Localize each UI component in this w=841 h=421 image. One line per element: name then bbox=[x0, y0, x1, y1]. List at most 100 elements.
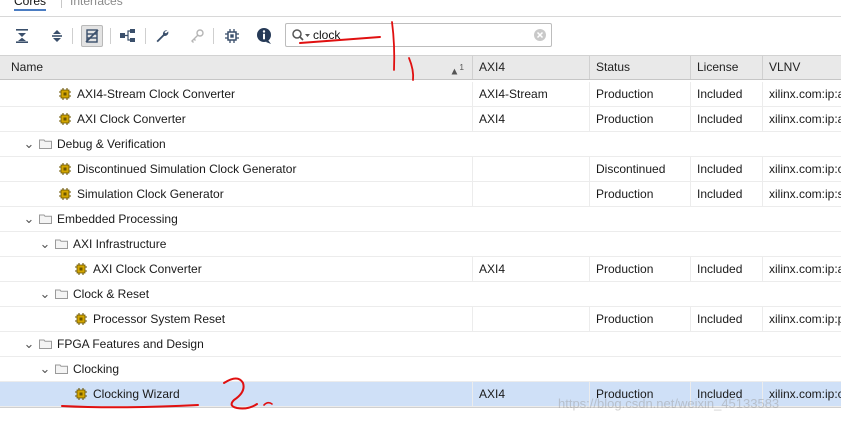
chevron-down-icon[interactable]: ⌄ bbox=[24, 332, 35, 356]
tree-ip-row[interactable]: Simulation Clock Generator Production Incl… bbox=[0, 182, 841, 207]
wrench-button[interactable] bbox=[151, 25, 173, 47]
collapse-all-icon bbox=[16, 29, 28, 43]
key-icon bbox=[191, 29, 204, 43]
axi4-cell bbox=[472, 332, 589, 356]
search-field[interactable] bbox=[285, 23, 552, 47]
ip-core-icon bbox=[75, 263, 87, 275]
ip-core-icon bbox=[59, 113, 71, 125]
filter-toggle-button[interactable] bbox=[81, 25, 103, 47]
column-header-axi4[interactable]: AXI4 bbox=[472, 56, 589, 79]
filter-icon bbox=[85, 29, 99, 43]
tree-ip-row[interactable]: Discontinued Simulation Clock Generator D… bbox=[0, 157, 841, 182]
axi4-cell bbox=[472, 282, 589, 306]
expand-all-button[interactable] bbox=[46, 25, 68, 47]
chevron-down-icon[interactable]: ⌄ bbox=[40, 282, 51, 306]
tree-folder-row[interactable]: ⌄ Embedded Processing bbox=[0, 207, 841, 232]
name-cell: ⌄ Clocking bbox=[0, 357, 472, 381]
search-input[interactable] bbox=[313, 26, 513, 44]
clear-search-icon[interactable] bbox=[533, 28, 547, 42]
tree-folder-row[interactable]: ⌄ Clock & Reset bbox=[0, 282, 841, 307]
axi4-cell: AXI4-Stream bbox=[472, 82, 589, 106]
tab-interfaces[interactable]: Interfaces bbox=[70, 0, 123, 8]
axi4-cell bbox=[472, 307, 589, 331]
column-header-name[interactable]: Name ▲1 bbox=[0, 56, 472, 79]
row-label: AXI Infrastructure bbox=[73, 237, 167, 251]
tree-folder-row[interactable]: ⌄ Debug & Verification bbox=[0, 132, 841, 157]
vlnv-cell: xilinx.com:ip:c bbox=[762, 157, 841, 181]
ip-core-icon bbox=[59, 188, 71, 200]
tree-ip-row[interactable]: AXI Clock Converter AXI4 Production Include… bbox=[0, 257, 841, 282]
name-cell: Simulation Clock Generator bbox=[0, 182, 472, 206]
table-header: Name ▲1 AXI4 Status License VLNV bbox=[0, 55, 841, 80]
row-label: AXI Clock Converter bbox=[93, 262, 202, 276]
name-cell: ⌄ FPGA Features and Design bbox=[0, 332, 472, 356]
vlnv-cell bbox=[762, 232, 841, 256]
axi4-cell bbox=[472, 232, 589, 256]
row-label: Processor System Reset bbox=[93, 312, 226, 326]
status-cell bbox=[589, 332, 690, 356]
tree-ip-row[interactable]: Processor System Reset Production Included… bbox=[0, 307, 841, 332]
axi4-cell: AXI4 bbox=[472, 257, 589, 281]
license-cell bbox=[690, 232, 762, 256]
axi4-cell bbox=[472, 157, 589, 181]
row-label: Embedded Processing bbox=[57, 212, 178, 226]
name-cell: AXI4-Stream Clock Converter bbox=[0, 82, 472, 106]
name-cell: AXI Clock Converter bbox=[0, 107, 472, 131]
vlnv-cell: xilinx.com:ip:a bbox=[762, 257, 841, 281]
chevron-down-icon[interactable]: ⌄ bbox=[24, 132, 35, 156]
vlnv-cell: xilinx.com:ip:p bbox=[762, 307, 841, 331]
chevron-down-icon[interactable]: ⌄ bbox=[24, 207, 35, 231]
tree-folder-row[interactable]: ⌄ AXI Infrastructure bbox=[0, 232, 841, 257]
toolbar-separator bbox=[145, 28, 146, 44]
name-cell: Discontinued Simulation Clock Generator bbox=[0, 157, 472, 181]
vlnv-cell bbox=[762, 207, 841, 231]
name-cell: Clocking Wizard bbox=[0, 382, 472, 406]
row-label: Debug & Verification bbox=[57, 137, 166, 151]
ip-core-icon bbox=[59, 163, 71, 175]
license-cell bbox=[690, 357, 762, 381]
column-header-status[interactable]: Status bbox=[589, 56, 690, 79]
column-header-label: License bbox=[697, 60, 739, 74]
expand-all-icon bbox=[52, 30, 62, 42]
status-cell: Discontinued bbox=[589, 157, 690, 181]
name-cell: ⌄ Embedded Processing bbox=[0, 207, 472, 231]
tree-folder-row[interactable]: ⌄ FPGA Features and Design bbox=[0, 332, 841, 357]
license-cell: Included bbox=[690, 307, 762, 331]
hierarchy-button[interactable] bbox=[117, 25, 139, 47]
tree-ip-row[interactable]: AXI4-Stream Clock Converter AXI4-Stream Pr… bbox=[0, 82, 841, 107]
watermark: https://blog.csdn.net/weixin_45133583 bbox=[558, 396, 780, 411]
key-button[interactable] bbox=[186, 25, 208, 47]
license-cell bbox=[690, 282, 762, 306]
tree-folder-row[interactable]: ⌄ Clocking bbox=[0, 357, 841, 382]
column-header-license[interactable]: License bbox=[690, 56, 762, 79]
license-cell bbox=[690, 207, 762, 231]
name-cell: ⌄ AXI Infrastructure bbox=[0, 232, 472, 256]
info-button[interactable] bbox=[253, 25, 275, 47]
tree-ip-row[interactable]: AXI Clock Converter AXI4 Production Include… bbox=[0, 107, 841, 132]
vlnv-cell: xilinx.com:ip:s bbox=[762, 182, 841, 206]
folder-icon bbox=[55, 364, 68, 374]
chip-icon bbox=[225, 29, 239, 43]
axi4-cell bbox=[472, 182, 589, 206]
info-icon bbox=[257, 28, 271, 44]
ip-core-icon bbox=[75, 388, 87, 400]
chip-button[interactable] bbox=[221, 25, 243, 47]
status-cell: Production bbox=[589, 82, 690, 106]
column-header-vlnv[interactable]: VLNV bbox=[762, 56, 841, 79]
sort-ascending-icon: ▲ bbox=[449, 66, 460, 78]
row-label: Clocking Wizard bbox=[93, 387, 180, 401]
row-label: Clock & Reset bbox=[73, 287, 150, 301]
toolbar-separator bbox=[213, 28, 214, 44]
ip-core-icon bbox=[59, 88, 71, 100]
status-cell bbox=[589, 232, 690, 256]
chevron-down-icon[interactable]: ⌄ bbox=[40, 357, 51, 381]
status-cell bbox=[589, 132, 690, 156]
vlnv-cell bbox=[762, 282, 841, 306]
collapse-all-button[interactable] bbox=[11, 25, 33, 47]
tab-cores[interactable]: Cores bbox=[14, 0, 47, 11]
license-cell: Included bbox=[690, 107, 762, 131]
vlnv-cell: xilinx.com:ip:a bbox=[762, 82, 841, 106]
chevron-down-icon[interactable]: ⌄ bbox=[40, 232, 51, 256]
license-cell: Included bbox=[690, 182, 762, 206]
name-cell: ⌄ Debug & Verification bbox=[0, 132, 472, 156]
